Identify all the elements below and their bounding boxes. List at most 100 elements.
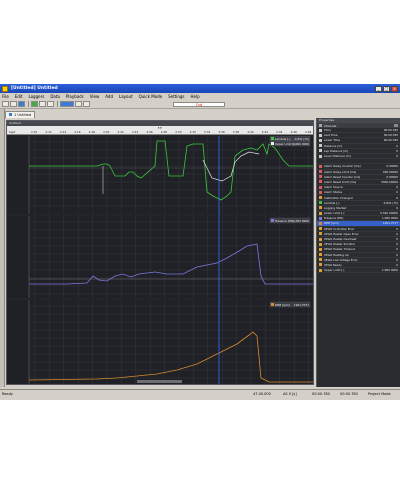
channel-color-swatch bbox=[319, 263, 322, 267]
status-left: Ready bbox=[2, 392, 13, 396]
time-tick-label: 2:28 bbox=[160, 130, 168, 134]
horizontal-scrollbar[interactable] bbox=[137, 380, 182, 383]
channel-name: Alarm Reset Counter [ms] bbox=[324, 174, 361, 179]
open-folder-icon[interactable] bbox=[10, 101, 17, 107]
left-dock-strip[interactable] bbox=[0, 109, 5, 387]
channel-name: Time bbox=[324, 128, 331, 133]
time-tick-label: 2:30 bbox=[175, 130, 182, 134]
maximize-button[interactable]: □ bbox=[383, 85, 390, 92]
app-icon bbox=[2, 85, 8, 92]
time-tick-label: 2:40 bbox=[247, 130, 254, 134]
menu-loggers[interactable]: Loggers bbox=[28, 94, 44, 99]
menu-quick-mode[interactable]: Quick Mode bbox=[139, 94, 162, 99]
close-button[interactable]: × bbox=[391, 85, 398, 92]
channel-name: Lambda [-] bbox=[324, 200, 340, 205]
channel-value: 1261.7077 bbox=[382, 221, 398, 226]
legend-swatch bbox=[271, 303, 274, 306]
document-tab-row: 1 Untitled bbox=[5, 110, 400, 118]
time-tick-label: 2:46 bbox=[290, 130, 297, 134]
status-field-1: 47.00.000 bbox=[253, 392, 271, 396]
channel-value: 0 bbox=[396, 257, 398, 262]
zoom-icon[interactable] bbox=[75, 101, 82, 107]
menu-playback[interactable]: Playback bbox=[66, 94, 84, 99]
time-tick-label: 2:32 bbox=[189, 130, 196, 134]
menu-settings[interactable]: Settings bbox=[168, 94, 184, 99]
menu-bar: File Edit Loggers Data Playback View Add… bbox=[0, 93, 400, 100]
tab-label: 1 Untitled bbox=[14, 112, 32, 117]
channel-color-swatch bbox=[319, 227, 322, 231]
tab-untitled[interactable]: 1 Untitled bbox=[5, 110, 36, 118]
layout-icon[interactable] bbox=[60, 101, 74, 107]
pause-icon[interactable] bbox=[39, 101, 46, 107]
legend-value: 1.000 0000 bbox=[293, 219, 309, 223]
channel-name: RPM [rpm] bbox=[324, 221, 339, 226]
pin-icon[interactable] bbox=[394, 124, 398, 127]
title-bar: [Untitled] Untitled _ □ × bbox=[0, 84, 400, 93]
channel-name: Logging Started bbox=[324, 205, 347, 210]
time-ruler[interactable]: F.F. Sept 2:10 2:12 2:14 2:16 2:18 2:20 2:22 2:… bbox=[7, 126, 313, 135]
channel-toggle-icon[interactable] bbox=[319, 124, 322, 127]
plot-svg[interactable]: Lambda [-] 0.831 [?h]Upper Limit [-]1.000… bbox=[7, 136, 313, 384]
channel-row[interactable]: Upper Limit [-] 1.000 0000 bbox=[317, 268, 400, 274]
status-field-2: AS 0 [s] bbox=[283, 392, 297, 396]
channel-name: UEGO Heater Timeout bbox=[324, 247, 355, 252]
channel-name: UEGO Heater Open Error bbox=[324, 231, 359, 236]
channel-value: 5000.00000 bbox=[381, 179, 398, 184]
channel-value: 0 bbox=[396, 247, 398, 252]
status-bar: Ready 47.00.000 AS 0 [s] 00:00.780 00:00… bbox=[0, 389, 400, 398]
ruler-first-label: Sept bbox=[9, 130, 16, 134]
minimize-button[interactable]: _ bbox=[375, 85, 382, 92]
status-field-4: 00:00.780 bbox=[340, 392, 358, 396]
channel-value: 0 bbox=[396, 205, 398, 210]
channel-color-swatch bbox=[319, 201, 322, 205]
channel-value: 1.000 0000 bbox=[381, 268, 398, 273]
time-tick-label: 2:34 bbox=[204, 130, 211, 134]
settings-icon[interactable] bbox=[83, 101, 90, 107]
channel-value: 0 bbox=[396, 226, 398, 231]
channel-color-swatch bbox=[319, 206, 322, 210]
legend-value: 1.000 0000 bbox=[293, 142, 309, 146]
channel-value: 0 bbox=[396, 148, 398, 153]
time-tick-label: 2:44 bbox=[276, 130, 283, 134]
stop-icon[interactable] bbox=[47, 101, 54, 107]
channel-name: Upper Limit [-] bbox=[324, 268, 345, 273]
channel-value: 0 bbox=[396, 154, 398, 159]
menu-data[interactable]: Data bbox=[50, 94, 60, 99]
menu-file[interactable]: File bbox=[2, 94, 9, 99]
menu-layout[interactable]: Layout bbox=[119, 94, 133, 99]
channel-color-swatch bbox=[319, 180, 322, 184]
output-box[interactable]: Out bbox=[173, 102, 225, 107]
channel-value: 0 bbox=[396, 185, 398, 190]
channel-color-swatch bbox=[319, 237, 322, 241]
plot-background bbox=[7, 216, 313, 298]
time-tick-label: 2:18 bbox=[88, 130, 95, 134]
channel-name: Lap Distance [m] bbox=[324, 148, 348, 153]
save-icon[interactable] bbox=[18, 101, 25, 107]
menu-add[interactable]: Add bbox=[105, 94, 113, 99]
plot-area[interactable]: Lambda [-] 0.831 [?h] Upper Limit [-] 1.000… bbox=[7, 136, 313, 384]
channel-color-swatch bbox=[319, 133, 322, 137]
time-tick-label: 2:12 bbox=[45, 130, 52, 134]
channel-value: 0 bbox=[396, 143, 398, 148]
new-file-icon[interactable] bbox=[2, 101, 9, 107]
time-tick-label: 2:42 bbox=[261, 130, 269, 134]
channel-color-swatch bbox=[319, 253, 322, 257]
document-icon bbox=[9, 113, 12, 116]
toolbar-divider bbox=[57, 101, 58, 107]
channel-value: 0 bbox=[396, 242, 398, 247]
time-tick-label: 2:36 bbox=[218, 130, 225, 134]
channel-name: Alarm Delay Counter [ms] bbox=[324, 164, 361, 169]
channel-color-swatch bbox=[319, 211, 322, 215]
menu-edit[interactable]: Edit bbox=[15, 94, 23, 99]
play-icon[interactable] bbox=[31, 101, 38, 107]
channel-value: 1.000 0000 bbox=[381, 216, 398, 221]
app-window: [Untitled] Untitled _ □ × File Edit Logg… bbox=[0, 84, 400, 400]
channel-panel: Properties Channel Time 00:00.780 Last Tim… bbox=[316, 118, 400, 387]
channel-value: 0 bbox=[396, 190, 398, 195]
menu-help[interactable]: Help bbox=[191, 94, 200, 99]
legend-label: Pressure [PSI] bbox=[275, 219, 294, 223]
channel-value: 0.00000 bbox=[386, 174, 398, 179]
menu-view[interactable]: View bbox=[90, 94, 100, 99]
channel-color-swatch bbox=[319, 216, 322, 220]
status-field-3: 00:00.780 bbox=[312, 392, 330, 396]
